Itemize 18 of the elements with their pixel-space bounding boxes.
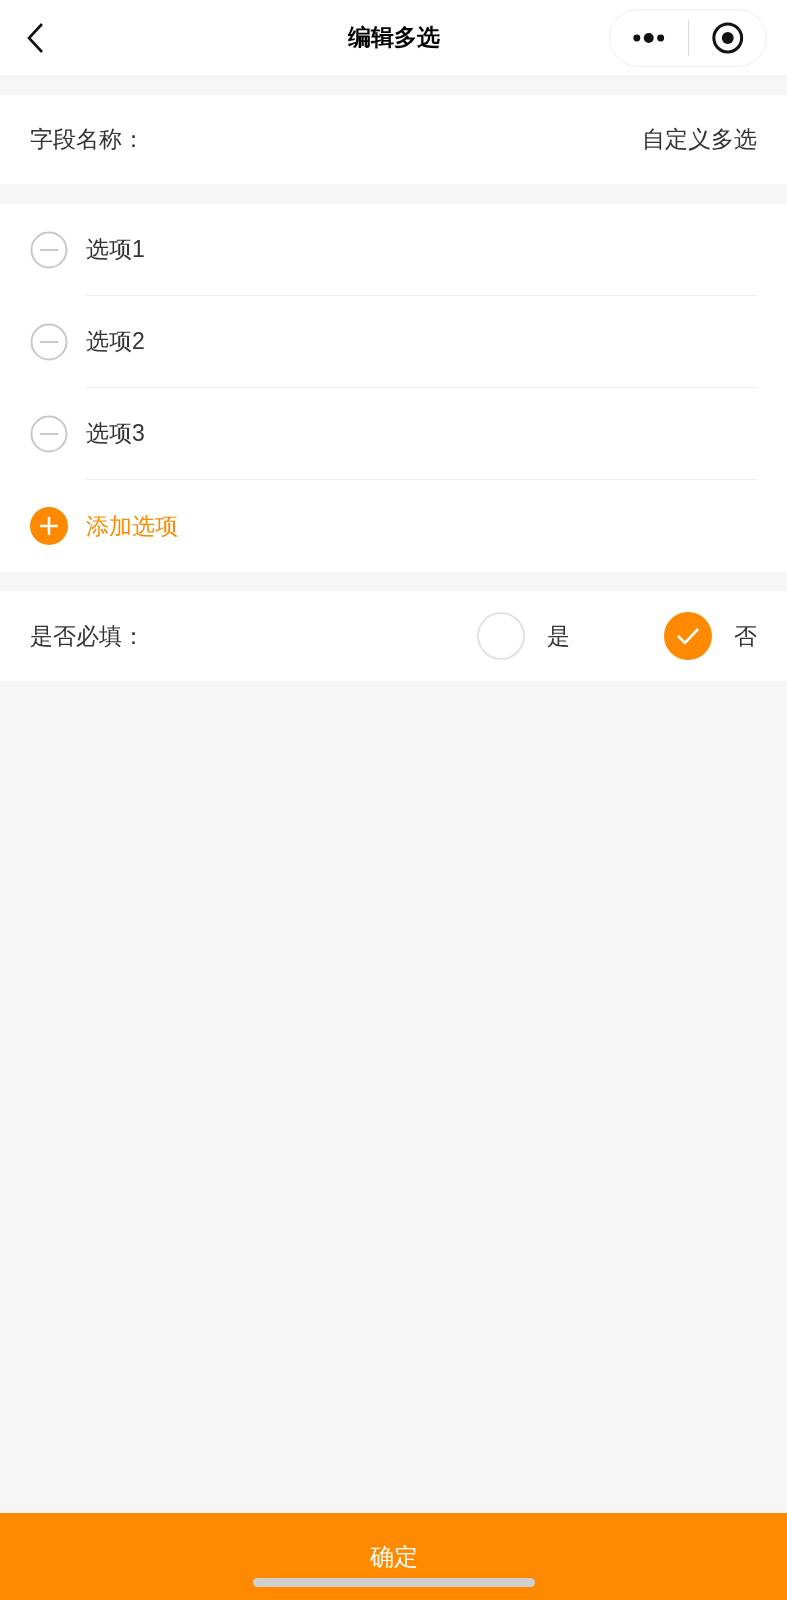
radio-button[interactable] — [664, 612, 712, 660]
add-option-link[interactable]: 添加选项 — [86, 508, 178, 544]
option-label: 选项3 — [86, 419, 145, 449]
remove-icon[interactable] — [30, 323, 68, 361]
required-label: 是否必填： — [30, 621, 146, 651]
field-label: 字段名称： — [30, 125, 145, 155]
add-icon[interactable] — [30, 507, 68, 545]
radio-label: 否 — [734, 621, 757, 651]
field-value[interactable]: 自定义多选 — [642, 122, 757, 157]
remove-icon[interactable] — [30, 415, 68, 453]
remove-icon[interactable] — [30, 231, 68, 269]
radio-button[interactable] — [477, 612, 525, 660]
confirm-button[interactable]: 确定 — [0, 1513, 787, 1600]
option-label: 选项2 — [86, 327, 145, 357]
check-icon — [676, 627, 700, 645]
option-label: 选项1 — [86, 235, 145, 265]
radio-label: 是 — [547, 621, 570, 651]
page-title: 编辑多选 — [347, 23, 440, 53]
